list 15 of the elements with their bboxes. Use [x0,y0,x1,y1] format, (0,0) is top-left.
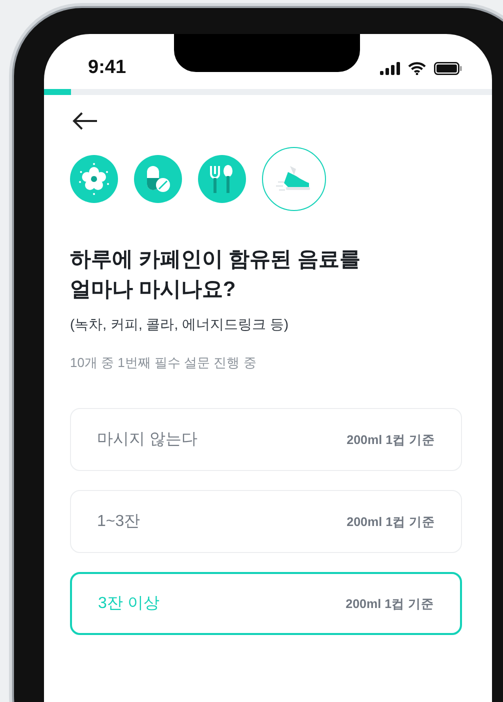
wifi-icon [408,62,426,75]
step-circle[interactable] [134,155,182,203]
battery-icon [434,62,462,75]
flower-icon [77,162,111,196]
signal-icon [380,62,400,75]
answer-option[interactable]: 1~3잔 200ml 1컵 기준 [70,490,462,554]
question-subtitle: (녹차, 커피, 콜라, 에너지드링크 등) [70,314,290,334]
question-title: 하루에 카페인이 함유된 음료를 얼마나 마시나요? [70,247,362,304]
answer-option[interactable]: 3잔 이상 200ml 1컵 기준 [70,572,462,636]
back-arrow-icon[interactable] [72,111,98,131]
step-circle[interactable] [70,155,118,203]
step-circle[interactable] [198,155,246,203]
status-time: 9:41 [88,56,126,80]
answer-option[interactable]: 마시지 않는다 200ml 1컵 기준 [70,408,462,472]
progress-counter: 10개 중 1번째 필수 설문 진행 중 [70,354,258,372]
